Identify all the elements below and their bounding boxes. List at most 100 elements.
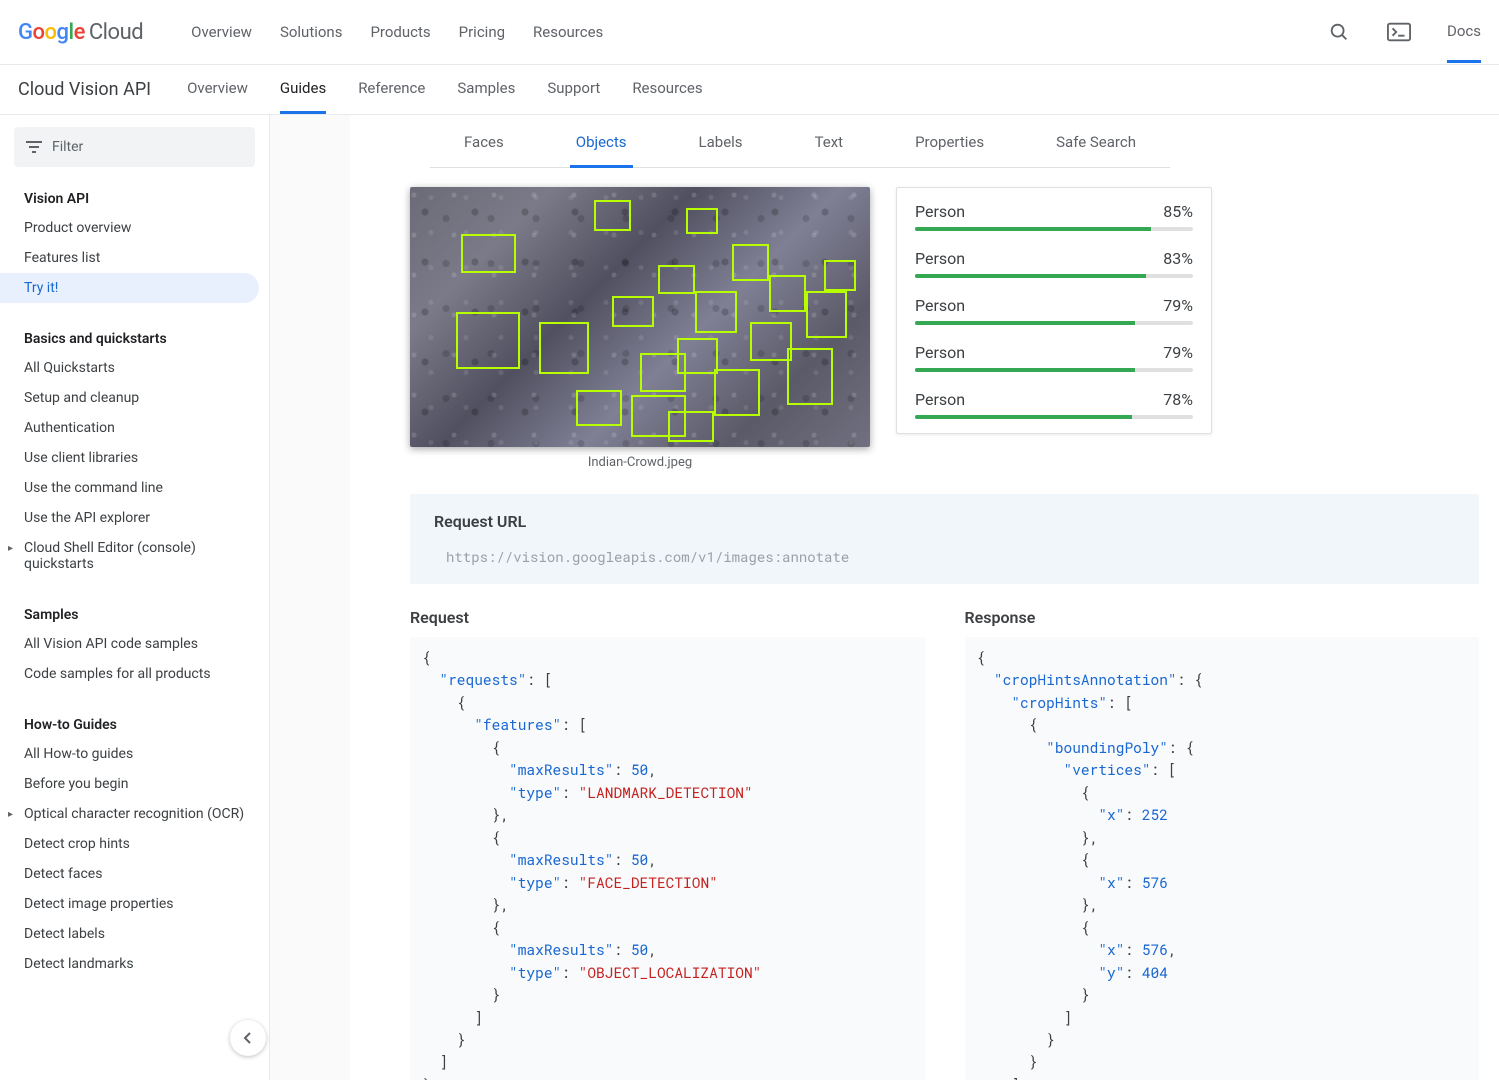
sidebar-item[interactable]: Cloud Shell Editor (console) quickstarts… [0,533,269,579]
detection-bbox [456,312,520,369]
sidebar-section-title: Basics and quickstarts [0,319,269,353]
detection-bbox [769,275,806,311]
cloud-shell-icon[interactable] [1387,20,1411,44]
request-url-value: https://vision.googleapis.com/v1/images:… [434,541,1455,566]
detection-bbox [686,208,718,234]
detection-confidence: 79% [1163,296,1193,315]
sidebar-item[interactable]: Detect image properties [0,889,269,919]
request-url-label: Request URL [434,512,1455,531]
image-caption: Indian-Crowd.jpeg [410,455,870,470]
main-content: Faces Objects Labels Text Properties Safe Sea… [350,115,1499,1080]
sidebar-item[interactable]: All Quickstarts [0,353,269,383]
detection-confidence: 79% [1163,343,1193,362]
detection-bbox [594,200,631,231]
sub-nav-reference[interactable]: Reference [358,65,425,114]
top-nav-resources[interactable]: Resources [533,23,603,41]
sidebar-item[interactable]: Detect faces [0,859,269,889]
detection-row: Person 85% [915,202,1193,231]
result-tab-labels[interactable]: Labels [693,133,749,168]
detection-bbox [539,322,590,374]
gutter [270,115,350,1080]
top-header: Google Cloud Overview Solutions Products Pr… [0,0,1499,65]
detection-bbox [576,390,622,426]
google-cloud-logo[interactable]: Google Cloud [18,20,143,45]
sidebar-item[interactable]: Optical character recognition (OCR)▸ [0,799,269,829]
result-tab-objects[interactable]: Objects [570,133,633,168]
detection-row: Person 78% [915,390,1193,419]
sub-nav-guides[interactable]: Guides [280,65,326,114]
sidebar-item[interactable]: Try it! [0,273,259,303]
sidebar-item[interactable]: All Vision API code samples [0,629,269,659]
sidebar-item[interactable]: Detect crop hints [0,829,269,859]
detection-bbox [612,296,653,327]
detection-bbox [824,260,856,291]
detection-row: Person 79% [915,343,1193,372]
detection-confidence: 78% [1163,390,1193,409]
chevron-right-icon: ▸ [8,543,13,554]
top-nav-overview[interactable]: Overview [191,23,252,41]
detection-bbox [806,291,847,338]
chevron-right-icon: ▸ [8,809,13,820]
sidebar-item[interactable]: Detect labels [0,919,269,949]
detection-bbox [668,411,714,442]
result-tab-text[interactable]: Text [809,133,850,168]
sidebar-item[interactable]: Code samples for all products [0,659,269,689]
detections-panel: Person85%Person83%Person79%Person79%Pers… [896,187,1212,434]
sidebar-item[interactable]: Authentication [0,413,269,443]
detection-bbox [677,338,718,374]
sub-nav-support[interactable]: Support [547,65,600,114]
request-body: { "requests": [ { "features": [ { "maxRe… [410,637,925,1080]
request-label: Request [410,608,925,627]
docs-link[interactable]: Docs [1447,22,1481,63]
sidebar-item[interactable]: Before you begin [0,769,269,799]
detection-bbox [787,348,833,405]
detection-label: Person [915,390,965,409]
detection-bbox [695,291,736,333]
sidebar-item[interactable]: Use the command line [0,473,269,503]
sidebar-section-title: Samples [0,595,269,629]
result-tab-faces[interactable]: Faces [458,133,510,168]
sidebar-item[interactable]: Detect landmarks [0,949,269,979]
detection-bbox [658,265,695,294]
detection-bbox [750,322,791,361]
search-icon[interactable] [1327,20,1351,44]
detection-label: Person [915,249,965,268]
filter-placeholder: Filter [52,139,83,155]
top-nav-solutions[interactable]: Solutions [280,23,343,41]
sidebar-section-title: Vision API [0,179,269,213]
sidebar-section-title: How-to Guides [0,705,269,739]
sidebar-item[interactable]: Use client libraries [0,443,269,473]
sub-nav: Overview Guides Reference Samples Support Res… [187,65,703,114]
product-title: Cloud Vision API [18,79,151,100]
sidebar-item[interactable]: All How-to guides [0,739,269,769]
sub-nav-samples[interactable]: Samples [457,65,515,114]
filter-icon [26,141,42,153]
collapse-sidebar-button[interactable] [230,1020,266,1056]
sidebar-item[interactable]: Use the API explorer [0,503,269,533]
detection-row: Person 83% [915,249,1193,278]
sidebar-item[interactable]: Setup and cleanup [0,383,269,413]
sidebar: Filter Vision APIProduct overviewFeature… [0,115,270,1080]
detection-bbox [714,369,760,416]
demo-image [410,187,870,447]
detection-label: Person [915,202,965,221]
detection-bbox [461,234,516,273]
sub-nav-resources[interactable]: Resources [632,65,702,114]
sidebar-item[interactable]: Features list [0,243,269,273]
sub-nav-overview[interactable]: Overview [187,65,248,114]
sidebar-item[interactable]: Product overview [0,213,269,243]
response-body: { "cropHintsAnnotation": { "cropHints": … [965,637,1480,1080]
result-tab-properties[interactable]: Properties [909,133,990,168]
detection-row: Person 79% [915,296,1193,325]
response-label: Response [965,608,1480,627]
top-nav-pricing[interactable]: Pricing [459,23,505,41]
filter-input[interactable]: Filter [14,127,255,167]
detection-bbox [732,244,769,280]
request-url-panel: Request URL https://vision.googleapis.co… [410,494,1479,584]
detection-label: Person [915,343,965,362]
top-nav-products[interactable]: Products [370,23,430,41]
detection-label: Person [915,296,965,315]
detection-confidence: 83% [1163,249,1193,268]
detection-confidence: 85% [1163,202,1193,221]
result-tab-safe-search[interactable]: Safe Search [1050,133,1142,168]
